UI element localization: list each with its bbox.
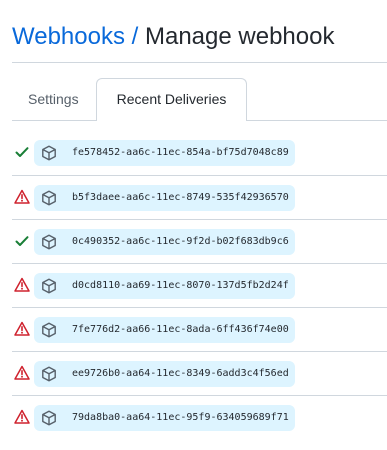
alert-icon: [14, 365, 30, 381]
delivery-guid-button[interactable]: fe578452-aa6c-11ec-854a-bf75d7048c89: [34, 140, 295, 166]
delivery-guid: b5f3daee-aa6c-11ec-8749-535f42936570: [72, 192, 289, 203]
package-icon: [41, 190, 57, 206]
delivery-row-6[interactable]: ee9726b0-aa64-11ec-8349-6add3c4f56ed: [12, 351, 387, 395]
delivery-guid-button[interactable]: 79da8ba0-aa64-11ec-95f9-634059689f71: [34, 405, 295, 431]
header-divider: [12, 62, 387, 63]
delivery-guid-button[interactable]: ee9726b0-aa64-11ec-8349-6add3c4f56ed: [34, 361, 295, 387]
package-icon: [41, 366, 57, 382]
check-icon: [14, 233, 30, 249]
delivery-row-2[interactable]: b5f3daee-aa6c-11ec-8749-535f42936570: [12, 175, 387, 219]
delivery-guid: 79da8ba0-aa64-11ec-95f9-634059689f71: [72, 412, 289, 423]
package-icon: [41, 278, 57, 294]
delivery-guid: ee9726b0-aa64-11ec-8349-6add3c4f56ed: [72, 368, 289, 379]
package-icon: [41, 322, 57, 338]
delivery-guid: d0cd8110-aa69-11ec-8070-137d5fb2d24f: [72, 280, 289, 291]
delivery-row-5[interactable]: 7fe776d2-aa66-11ec-8ada-6ff436f74e00: [12, 307, 387, 351]
package-icon: [41, 145, 57, 161]
alert-icon: [14, 409, 30, 425]
tab-settings[interactable]: Settings: [28, 78, 79, 120]
tab-recent-deliveries[interactable]: Recent Deliveries: [96, 78, 247, 121]
delivery-guid-button[interactable]: d0cd8110-aa69-11ec-8070-137d5fb2d24f: [34, 273, 295, 299]
delivery-guid: fe578452-aa6c-11ec-854a-bf75d7048c89: [72, 147, 289, 158]
page-title: Webhooks / Manage webhook: [12, 22, 334, 52]
delivery-row-7[interactable]: 79da8ba0-aa64-11ec-95f9-634059689f71: [12, 395, 387, 439]
breadcrumb-separator: /: [131, 23, 139, 50]
delivery-row-3[interactable]: 0c490352-aa6c-11ec-9f2d-b02f683db9c6: [12, 219, 387, 263]
delivery-row-4[interactable]: d0cd8110-aa69-11ec-8070-137d5fb2d24f: [12, 263, 387, 307]
delivery-guid-button[interactable]: b5f3daee-aa6c-11ec-8749-535f42936570: [34, 185, 295, 211]
delivery-guid-button[interactable]: 7fe776d2-aa66-11ec-8ada-6ff436f74e00: [34, 317, 295, 343]
delivery-list: fe578452-aa6c-11ec-854a-bf75d7048c89 b5f…: [12, 131, 387, 439]
breadcrumb-webhooks-link[interactable]: Webhooks: [12, 23, 125, 50]
check-icon: [14, 144, 30, 160]
alert-icon: [14, 277, 30, 293]
delivery-guid: 7fe776d2-aa66-11ec-8ada-6ff436f74e00: [72, 324, 289, 335]
tab-nav: Settings Recent Deliveries: [12, 78, 387, 121]
package-icon: [41, 234, 57, 250]
breadcrumb-current: Manage webhook: [144, 23, 335, 50]
package-icon: [41, 410, 57, 426]
delivery-guid: 0c490352-aa6c-11ec-9f2d-b02f683db9c6: [72, 236, 289, 247]
alert-icon: [14, 189, 30, 205]
alert-icon: [14, 321, 30, 337]
delivery-guid-button[interactable]: 0c490352-aa6c-11ec-9f2d-b02f683db9c6: [34, 229, 295, 255]
delivery-row-1[interactable]: fe578452-aa6c-11ec-854a-bf75d7048c89: [12, 131, 387, 175]
